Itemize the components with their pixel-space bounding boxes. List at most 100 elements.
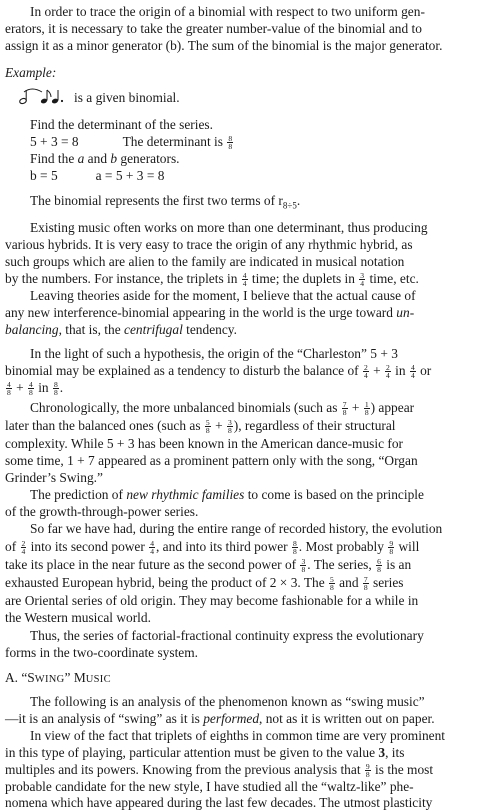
- text-run: is a given binomial.: [74, 90, 180, 105]
- text-run: probable candidate for the new style, I …: [5, 779, 414, 794]
- text-line: of 24 into its second power 44, and into…: [0, 538, 501, 556]
- text-run: multiples and its powers. Knowing from t…: [5, 762, 364, 777]
- text-line: the Western musical world.: [0, 609, 501, 626]
- text-run: nomena which have appeared during the la…: [5, 795, 433, 810]
- text-run: Example:: [5, 65, 57, 80]
- fraction: 88: [227, 134, 234, 151]
- fraction: 18: [363, 400, 370, 417]
- text-line: some time, 1 + 7 appeared as a prominent…: [0, 452, 501, 469]
- text-line: Chronologically, the more unbalanced bin…: [0, 399, 501, 417]
- text-run: —it is an analysis of “swing” as it is: [5, 711, 204, 726]
- text-run: Thus, the series of factorial-fractional…: [30, 628, 424, 643]
- text-run: +: [348, 400, 363, 415]
- text-line: So far we have had, during the entire ra…: [0, 520, 501, 537]
- text-run: to come is based on the principle: [244, 487, 424, 502]
- denominator: 4: [150, 547, 154, 556]
- text-run: series: [369, 575, 404, 590]
- text-run: Grinder’s Swing.”: [5, 470, 103, 485]
- denominator: 8: [53, 388, 58, 397]
- text-run: exhausted European hybrid, being the pro…: [5, 575, 329, 590]
- text-run: forms in the two-coordinate system.: [5, 645, 199, 660]
- text-run: such groups which are alien to the famil…: [5, 254, 405, 269]
- text-run: +: [211, 418, 226, 433]
- text-run: a = 5 + 3 = 8: [95, 168, 165, 183]
- text-run: , its: [385, 745, 405, 760]
- text-line: —it is an analysis of “swing” as it is p…: [0, 710, 501, 727]
- text-line: erators, it is necessary to take the gre…: [0, 20, 501, 37]
- text-run: , that is, the: [58, 322, 125, 337]
- text-run: , not as it is written out on paper.: [259, 711, 435, 726]
- text-run: of the growth-through-power series.: [5, 504, 199, 519]
- text-run: will: [395, 539, 420, 554]
- text-run: in this type of playing, particular atte…: [5, 745, 379, 760]
- text-run: by the numbers. For instance, the triple…: [5, 271, 241, 286]
- text-run: time; the duplets in: [248, 271, 359, 286]
- fraction: 24: [20, 539, 27, 556]
- text-line: Find the a and b generators.: [0, 150, 501, 167]
- text-run: un-: [396, 305, 415, 320]
- text-line: b = 5 a = 5 + 3 = 8: [0, 167, 501, 184]
- text-line: of the growth-through-power series.: [0, 503, 501, 520]
- fraction: 98: [364, 762, 371, 779]
- text-run: is the most: [371, 762, 434, 777]
- text-line: Thus, the series of factorial-fractional…: [0, 627, 501, 644]
- text-run: binomial may be explained as a tendency …: [5, 363, 362, 378]
- fraction: 44: [409, 363, 416, 380]
- text-line: Grinder’s Swing.”: [0, 469, 501, 486]
- text-run: Existing music often works on more than …: [30, 220, 428, 235]
- text-run: The following is an analysis of the phen…: [30, 694, 425, 709]
- text-run: The binomial represents the first two te…: [30, 193, 283, 208]
- fraction: 88: [52, 380, 59, 397]
- section-heading: A. “SWING” MUSIC: [0, 669, 501, 688]
- text-line: any new interference-binomial appearing …: [0, 304, 501, 321]
- denominator: 8: [227, 426, 232, 435]
- text-run: +: [12, 380, 28, 395]
- denominator: 8: [364, 408, 369, 417]
- fraction: 38: [300, 557, 307, 574]
- fraction: 68: [376, 557, 382, 574]
- denominator: 8: [389, 547, 394, 556]
- fraction: 48: [28, 380, 34, 397]
- text-run: any new interference-binomial appearing …: [5, 305, 397, 320]
- text-run: performed: [203, 711, 260, 726]
- text-line: various hybrids. It is very easy to trac…: [0, 236, 501, 253]
- text-run: centrifugal: [124, 322, 183, 337]
- text-line: by the numbers. For instance, the triple…: [0, 270, 501, 288]
- text-run: complexity. While 5 + 3 has been known i…: [5, 436, 403, 451]
- text-run: Chronologically, the more unbalanced bin…: [30, 400, 341, 415]
- text-run: , and into its third power: [155, 539, 291, 554]
- denominator: 8: [330, 583, 334, 592]
- text-run: A. “S: [5, 670, 35, 685]
- text-run: various hybrids. It is very easy to trac…: [5, 237, 413, 252]
- text-run: the Western musical world.: [5, 610, 151, 625]
- page: In order to trace the origin of a binomi…: [0, 0, 501, 810]
- text-line: Find the determinant of the series.: [0, 116, 501, 133]
- text-run: +: [369, 363, 385, 378]
- text-line: probable candidate for the new style, I …: [0, 778, 501, 795]
- text-run: In order to trace the origin of a binomi…: [30, 4, 425, 19]
- text-line: The binomial represents the first two te…: [0, 192, 501, 215]
- text-run: Find the determinant of the series.: [30, 117, 213, 132]
- text-run: in: [34, 380, 52, 395]
- fraction: 78: [341, 400, 348, 417]
- text-line: balancing, that is, the centrifugal tend…: [0, 321, 501, 338]
- text-line: binomial may be explained as a tendency …: [0, 362, 501, 380]
- fraction: 34: [359, 271, 366, 288]
- denominator: 8: [205, 426, 210, 435]
- text-line: such groups which are alien to the famil…: [0, 253, 501, 270]
- text-run: are Oriental series of old origin. They …: [5, 593, 419, 608]
- text-line: In view of the fact that triplets of eig…: [0, 727, 501, 744]
- text-run: assign it as a minor generator (b). The …: [5, 38, 443, 53]
- text-run: In view of the fact that triplets of eig…: [30, 728, 445, 743]
- music-notes-icon: [19, 88, 64, 105]
- text-run: some time, 1 + 7 appeared as a prominent…: [5, 453, 418, 468]
- denominator: 8: [301, 565, 306, 574]
- fraction: 24: [362, 363, 369, 380]
- text-line: Leaving theories aside for the moment, I…: [0, 287, 501, 304]
- fraction: 58: [204, 418, 211, 435]
- denominator: 8: [29, 388, 33, 397]
- text-run: .: [296, 193, 301, 208]
- text-run: or: [416, 363, 432, 378]
- text-run: Find the: [30, 151, 78, 166]
- text-run: of: [5, 539, 20, 554]
